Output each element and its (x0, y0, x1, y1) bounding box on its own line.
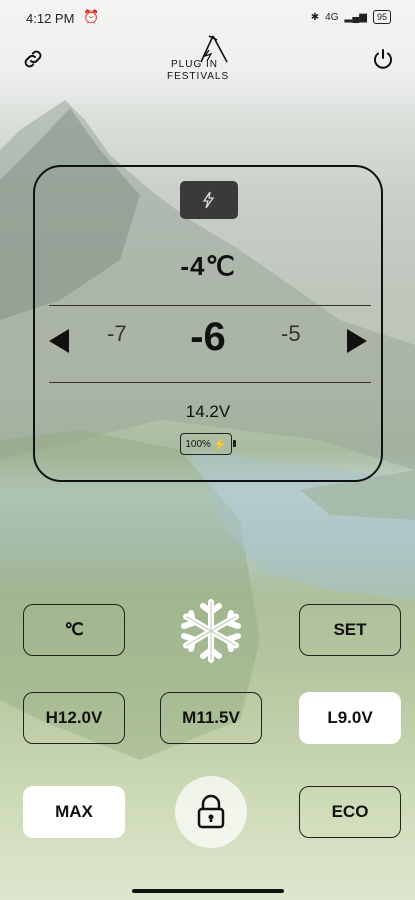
snowflake-icon[interactable] (178, 598, 244, 664)
current-temperature: -4℃ (180, 251, 236, 281)
power-mode-badge[interactable] (180, 181, 238, 219)
increase-arrow-icon[interactable] (347, 329, 367, 353)
signal-icon: ▂▄▆ (344, 11, 367, 23)
set-button[interactable]: SET (299, 604, 401, 656)
divider (49, 305, 371, 306)
status-bar: 4:12 PM ⏰ ✱ 4G ▂▄▆ 95 (0, 0, 415, 36)
lock-button[interactable] (175, 776, 247, 848)
logo-line2: FESTIVALS (167, 71, 230, 82)
brand-logo: PLUG IN FESTIVALS (165, 34, 247, 86)
network-label: 4G (325, 11, 339, 23)
link-icon[interactable] (18, 44, 48, 74)
set-temperature: -6 (190, 315, 226, 359)
charging-bolt-icon: ⚡ (212, 438, 227, 451)
set-temp-next: -5 (281, 321, 301, 346)
eco-mode-button[interactable]: ECO (299, 786, 401, 838)
status-indicators: ✱ 4G ▂▄▆ 95 (311, 10, 391, 24)
thermostat-panel: -4℃ -7 -6 -5 14.2V 100% ⚡ (33, 165, 383, 482)
logo-line1: PLUG IN (171, 59, 219, 70)
max-mode-button[interactable]: MAX (23, 786, 125, 838)
m-voltage-button[interactable]: M11.5V (160, 692, 262, 744)
voltage-reading: 14.2V (185, 402, 231, 421)
power-icon[interactable] (368, 44, 398, 74)
battery-indicator: 95 (372, 10, 391, 24)
divider (49, 382, 371, 383)
unit-toggle-button[interactable]: ℃ (23, 604, 125, 656)
bluetooth-icon: ✱ (310, 11, 320, 23)
status-time: 4:12 PM (26, 11, 75, 26)
lock-icon (197, 794, 225, 829)
home-indicator[interactable] (132, 889, 284, 893)
h-voltage-button[interactable]: H12.0V (23, 692, 125, 744)
plug-bolt-icon (202, 191, 215, 209)
alarm-icon: ⏰ (83, 9, 100, 24)
l-voltage-button[interactable]: L9.0V (299, 692, 401, 744)
battery-level: 100% ⚡ (180, 433, 236, 455)
battery-percent: 100% (185, 438, 211, 450)
